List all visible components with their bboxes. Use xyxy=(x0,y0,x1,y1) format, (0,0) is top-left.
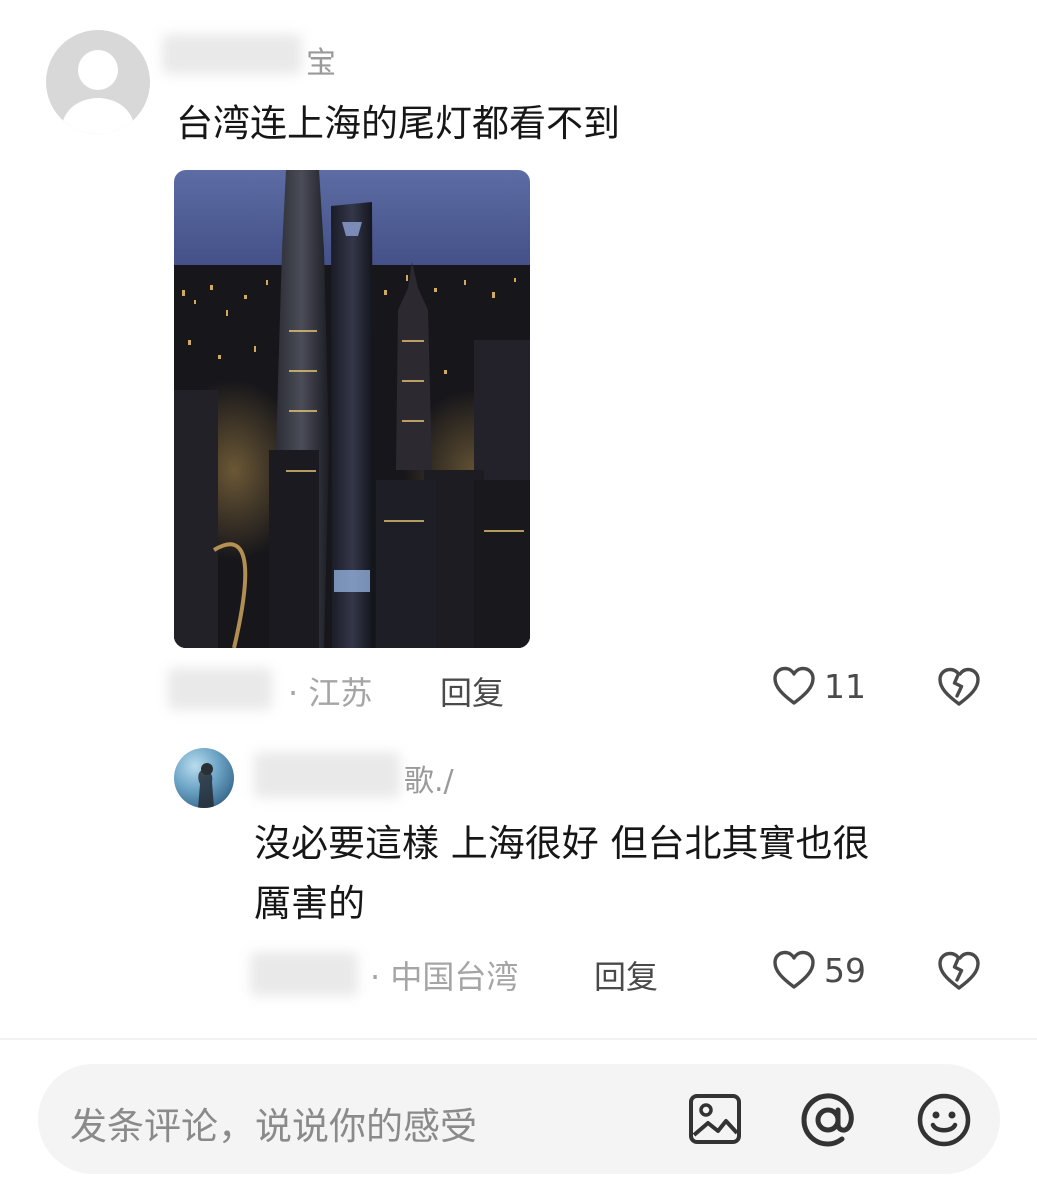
reply-username-suffix[interactable]: 歌./ xyxy=(404,756,454,800)
at-sign-icon xyxy=(801,1093,854,1147)
heart-outline-icon xyxy=(772,950,816,990)
reply-text-line-1: 沒必要這樣 上海很好 但台北其實也很 xyxy=(254,822,870,865)
user-photo-icon xyxy=(198,763,214,808)
reply-location: · 中国台湾 xyxy=(370,958,519,996)
reply-text-line-2: 厲害的 xyxy=(254,882,365,925)
comment-text: 台湾连上海的尾灯都看不到 xyxy=(176,102,620,145)
broken-heart-icon xyxy=(938,667,980,706)
blurred-username xyxy=(162,34,302,74)
heart-outline-icon xyxy=(772,666,816,706)
reply-like-count: 59 xyxy=(824,950,866,990)
blurred-reply-timestamp xyxy=(250,952,358,996)
emoji-icon xyxy=(917,1093,971,1147)
reply-reply-button[interactable]: 回复 xyxy=(594,952,658,998)
comment-input[interactable]: 发条评论，说说你的感受 xyxy=(38,1064,1000,1174)
emoji-button[interactable] xyxy=(916,1092,972,1148)
mention-button[interactable] xyxy=(800,1092,856,1148)
reply-avatar[interactable] xyxy=(174,748,234,808)
reply-dislike-button[interactable] xyxy=(936,950,982,992)
username-suffix[interactable]: 宝 xyxy=(306,38,336,82)
comment-image[interactable] xyxy=(174,170,530,648)
image-button[interactable] xyxy=(688,1093,742,1145)
blurred-reply-username xyxy=(254,752,400,798)
dislike-button[interactable] xyxy=(936,666,982,708)
blurred-timestamp xyxy=(168,668,272,710)
default-user-icon xyxy=(62,50,134,134)
shanghai-skyline-photo xyxy=(174,170,530,648)
comment-location: · 江苏 xyxy=(288,674,373,712)
image-icon xyxy=(689,1094,741,1144)
comment-input-placeholder: 发条评论，说说你的感受 xyxy=(70,1105,477,1148)
composer-divider xyxy=(0,1038,1037,1040)
like-button[interactable]: 11 xyxy=(772,666,866,706)
commenter-avatar[interactable] xyxy=(46,30,150,134)
reply-like-button[interactable]: 59 xyxy=(772,950,866,990)
reply-button[interactable]: 回复 xyxy=(440,668,504,714)
like-count: 11 xyxy=(824,666,866,706)
broken-heart-icon xyxy=(938,951,980,990)
